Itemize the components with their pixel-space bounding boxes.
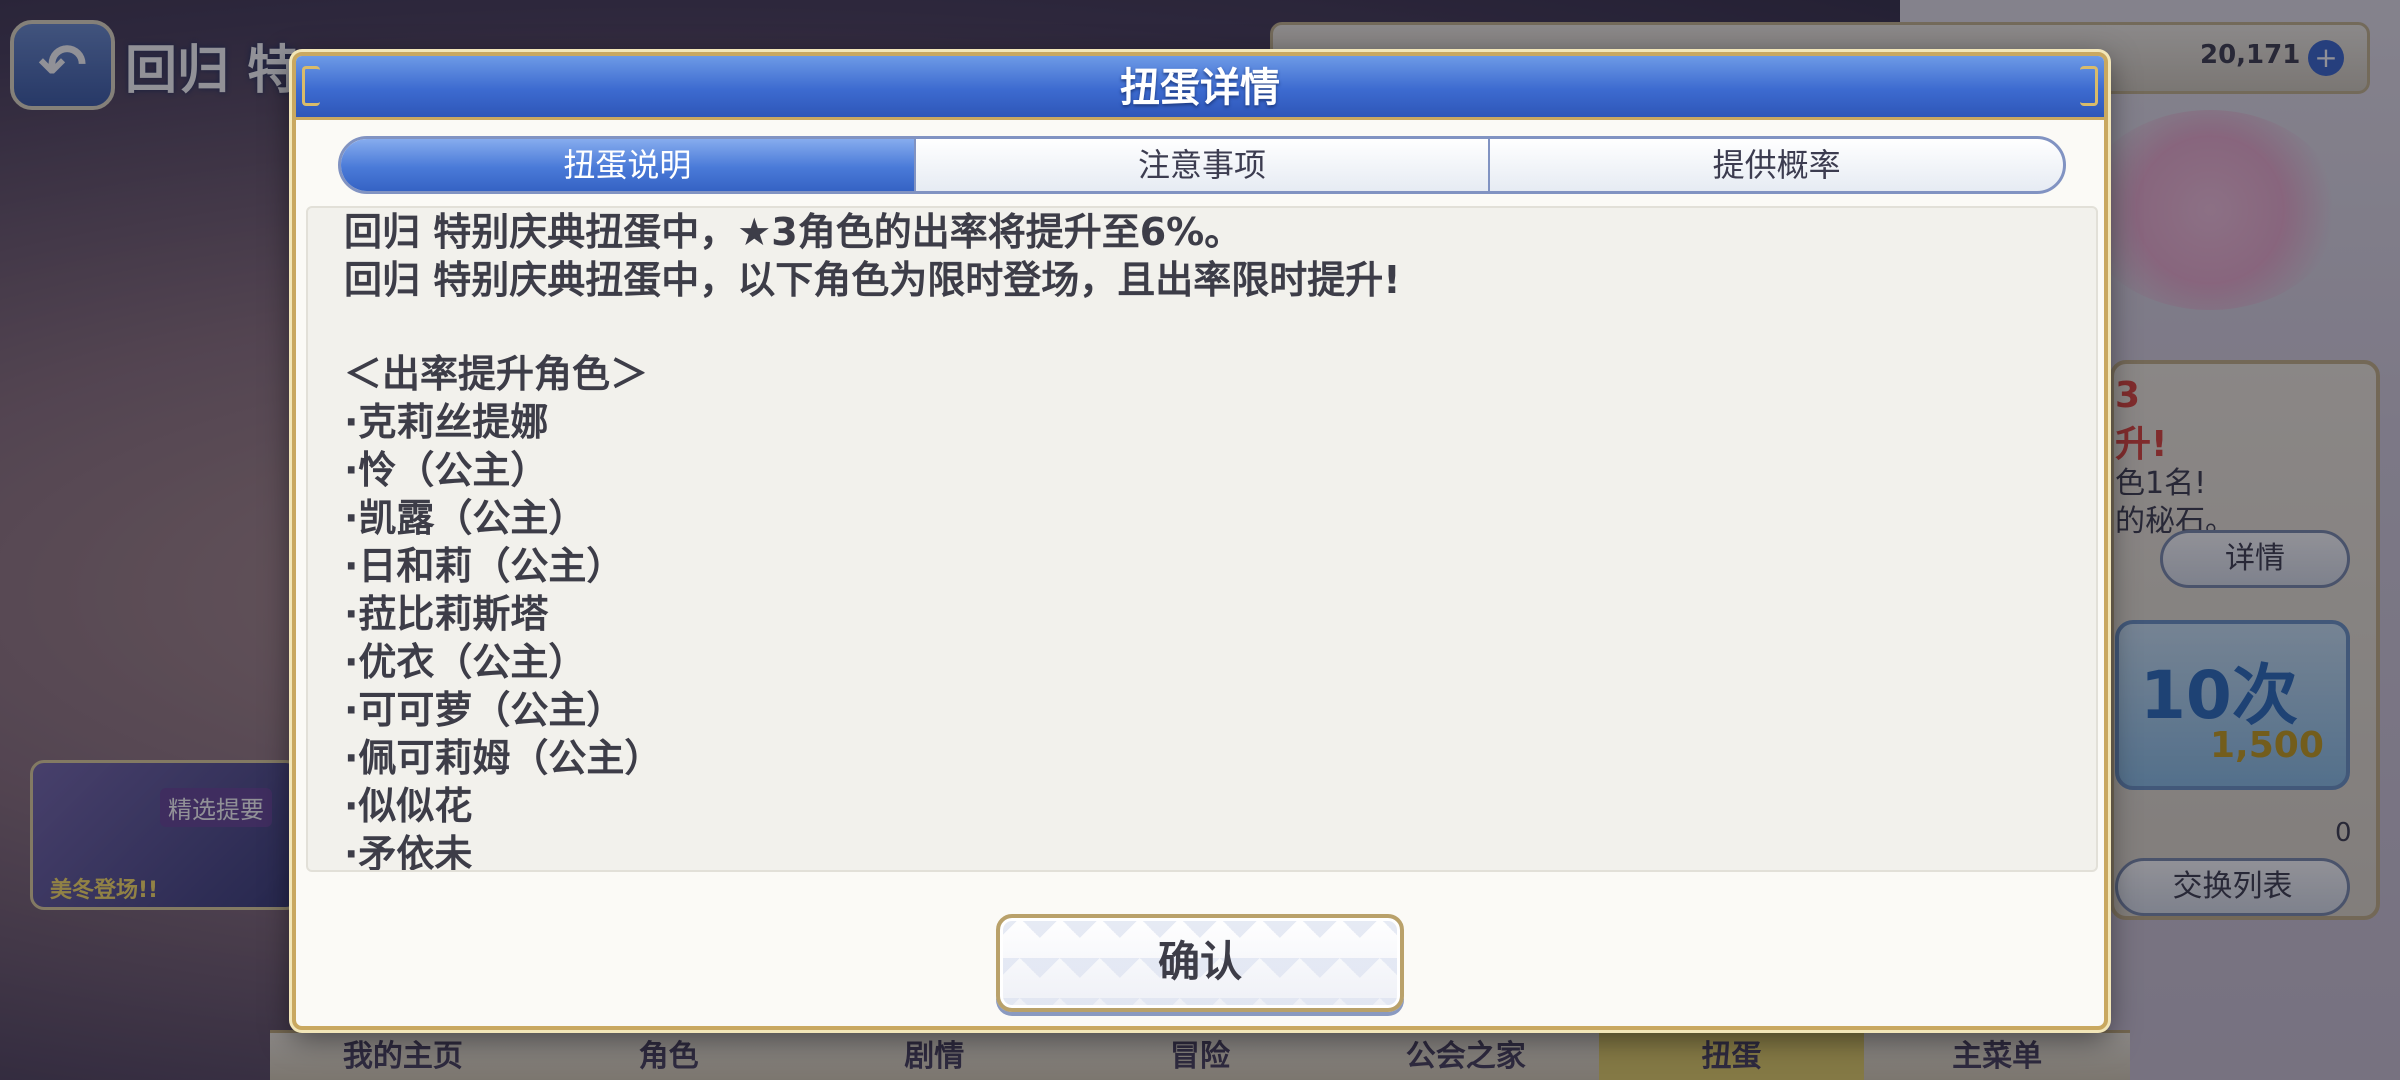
tab-gacha-description[interactable]: 扭蛋说明 (341, 139, 916, 191)
description-line: 回归 特别庆典扭蛋中，以下角色为限时登场，且出率限时提升! (344, 258, 1401, 302)
character-list-item: ·凯露（公主） (344, 496, 587, 540)
description-line: 回归 特别庆典扭蛋中，★3角色的出率将提升至6%。 (344, 210, 1243, 254)
section-heading: ＜出率提升角色＞ (344, 352, 649, 396)
tab-notes[interactable]: 注意事项 (916, 139, 1491, 191)
character-list-item: ·优衣（公主） (344, 640, 587, 684)
character-list-item: ·怜（公主） (344, 448, 549, 492)
character-list-item: ·日和莉（公主） (344, 544, 625, 588)
character-list-item: ·似似花 (344, 784, 473, 828)
confirm-button[interactable]: 确认 (996, 914, 1404, 1012)
description-scroll-area[interactable]: 回归 特别庆典扭蛋中，★3角色的出率将提升至6%。 回归 特别庆典扭蛋中，以下角… (306, 206, 2098, 872)
tab-rates[interactable]: 提供概率 (1490, 139, 2063, 191)
character-list-item: ·矛依未 (344, 832, 473, 872)
character-list-item: ·佩可莉姆（公主） (344, 736, 663, 780)
tab-bar: 扭蛋说明 注意事项 提供概率 (338, 136, 2066, 194)
gacha-details-dialog: 扭蛋详情 扭蛋说明 注意事项 提供概率 回归 特别庆典扭蛋中，★3角色的出率将提… (292, 52, 2108, 1030)
dialog-title: 扭蛋详情 (1120, 65, 1280, 111)
character-list-item: ·克莉丝提娜 (344, 400, 549, 444)
character-list-item: ·可可萝（公主） (344, 688, 625, 732)
character-list-item: ·菈比莉斯塔 (344, 592, 549, 636)
